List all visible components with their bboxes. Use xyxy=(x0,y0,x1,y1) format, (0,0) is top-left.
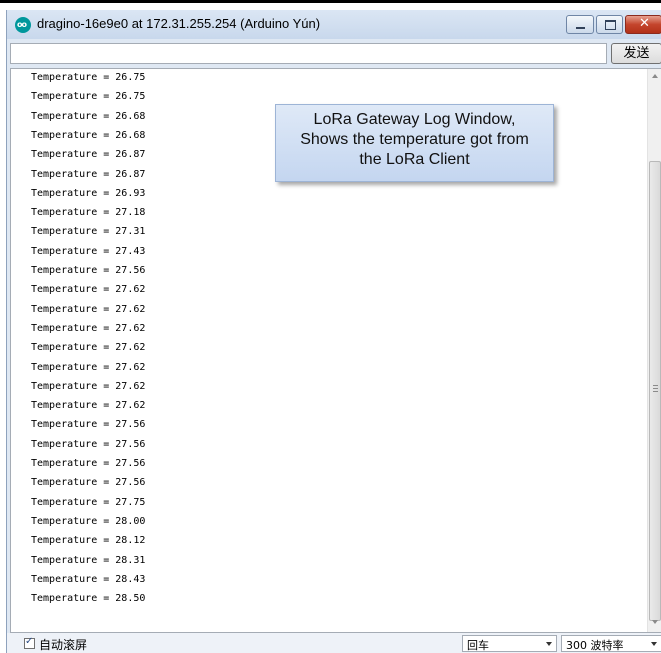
send-input[interactable] xyxy=(10,43,607,64)
log-line: Temperature = 27.18 xyxy=(31,207,146,219)
chevron-down-icon xyxy=(651,642,657,646)
baud-rate-value: 300 波特率 xyxy=(566,639,624,652)
log-line: Temperature = 26.75 xyxy=(31,72,146,83)
line-ending-select[interactable]: 回车 xyxy=(462,635,557,652)
callout-line-3: the LoRa Client xyxy=(359,151,470,168)
autoscroll-checkbox[interactable]: ✓ xyxy=(24,636,35,649)
log-line: Temperature = 26.87 xyxy=(31,149,146,161)
log-line: Temperature = 27.56 xyxy=(31,419,146,431)
scroll-down-arrow-icon[interactable] xyxy=(652,620,658,624)
log-line: Temperature = 26.68 xyxy=(31,129,146,141)
log-line: Temperature = 28.00 xyxy=(31,515,146,527)
grip-line xyxy=(653,385,658,386)
close-button[interactable]: ✕ xyxy=(625,15,661,34)
log-line: Temperature = 28.12 xyxy=(31,535,146,547)
title-bar[interactable]: oo dragino-16e9e0 at 172.31.255.254 (Ard… xyxy=(7,10,661,39)
chevron-down-icon xyxy=(546,642,552,646)
log-line: Temperature = 27.75 xyxy=(31,496,146,508)
baud-rate-select[interactable]: 300 波特率 xyxy=(561,635,661,652)
minimize-button[interactable] xyxy=(566,15,594,34)
window-title: dragino-16e9e0 at 172.31.255.254 (Arduin… xyxy=(37,16,321,31)
close-icon: ✕ xyxy=(639,16,650,31)
callout-line-2: Shows the temperature got from xyxy=(300,131,529,148)
log-line: Temperature = 27.62 xyxy=(31,400,146,412)
scroll-thumb[interactable] xyxy=(649,161,661,621)
log-line: Temperature = 26.87 xyxy=(31,168,146,180)
log-line: Temperature = 27.56 xyxy=(31,458,146,469)
log-line: Temperature = 28.31 xyxy=(31,554,146,566)
log-line: Temperature = 27.43 xyxy=(31,245,146,257)
send-button[interactable]: 发送 xyxy=(611,43,661,64)
log-line: Temperature = 27.56 xyxy=(31,477,146,489)
maximize-button[interactable] xyxy=(596,15,623,34)
vertical-scrollbar[interactable] xyxy=(647,69,661,632)
autoscroll-label[interactable]: 自动滚屏 xyxy=(39,636,87,653)
log-line: Temperature = 27.62 xyxy=(31,322,146,334)
log-line: Temperature = 26.93 xyxy=(31,187,146,199)
checkmark-icon: ✓ xyxy=(25,636,34,647)
log-line: Temperature = 27.56 xyxy=(31,265,146,276)
top-border xyxy=(0,0,661,3)
log-line: Temperature = 27.62 xyxy=(31,303,146,315)
line-ending-value: 回车 xyxy=(467,639,489,652)
arduino-icon: oo xyxy=(15,17,31,33)
log-line: Temperature = 28.50 xyxy=(31,593,146,605)
scroll-up-arrow-icon[interactable] xyxy=(652,74,658,78)
status-bar: ✓ 自动滚屏 回车 300 波特率 xyxy=(7,633,661,653)
grip-line xyxy=(653,388,658,389)
callout-line-1: LoRa Gateway Log Window, xyxy=(313,111,516,128)
log-line: Temperature = 26.68 xyxy=(31,110,146,122)
log-line: Temperature = 27.31 xyxy=(31,226,146,238)
log-line: Temperature = 27.62 xyxy=(31,284,146,296)
serial-monitor-window: oo dragino-16e9e0 at 172.31.255.254 (Ard… xyxy=(6,10,661,653)
log-line: Temperature = 27.56 xyxy=(31,438,146,450)
log-line: Temperature = 27.62 xyxy=(31,361,146,373)
log-line: Temperature = 26.75 xyxy=(31,91,146,103)
grip-line xyxy=(653,391,658,392)
annotation-callout: LoRa Gateway Log Window, Shows the tempe… xyxy=(275,104,554,182)
log-line: Temperature = 28.43 xyxy=(31,573,146,585)
log-line: Temperature = 27.62 xyxy=(31,342,146,354)
log-line: Temperature = 27.62 xyxy=(31,380,146,392)
